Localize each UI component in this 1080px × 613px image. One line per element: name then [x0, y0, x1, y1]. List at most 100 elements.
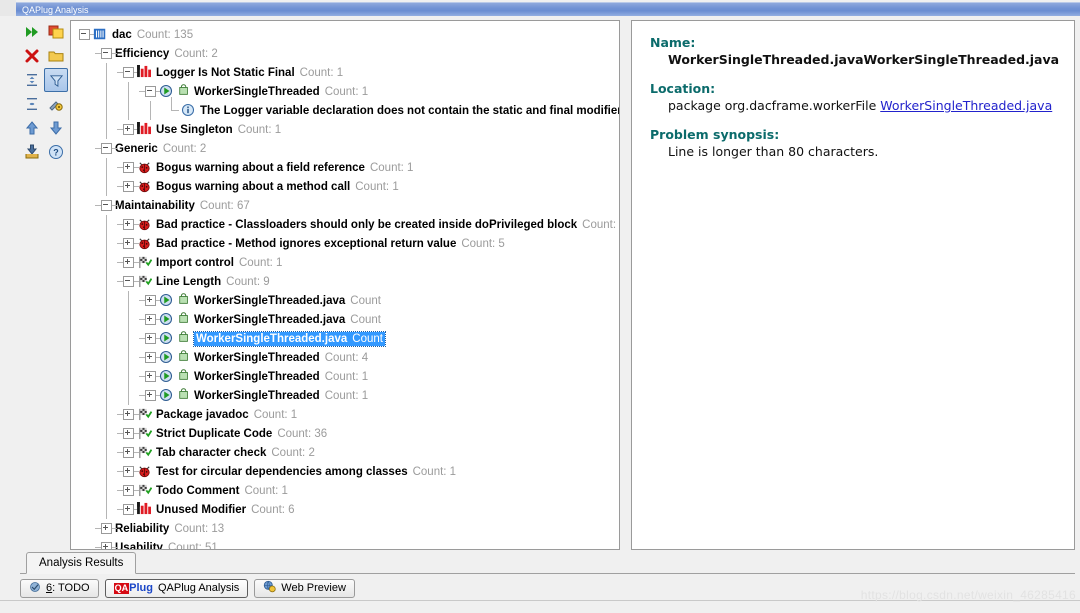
collapse-node-toggle[interactable] [139, 86, 161, 97]
expand-node-toggle[interactable] [117, 238, 139, 249]
tree-row[interactable]: Bad practice - Method ignores exceptiona… [71, 234, 619, 253]
expand-node-toggle[interactable] [117, 219, 139, 230]
collapse-node-toggle[interactable] [79, 29, 95, 40]
todo-tool-button[interactable]: 6: TODO [20, 578, 99, 598]
tree-row[interactable]: Use Singleton Count: 1 [71, 120, 619, 139]
expand-node-toggle[interactable] [139, 295, 161, 306]
expand-node-toggle[interactable] [95, 542, 117, 549]
tree-guide-line [106, 310, 107, 329]
expand-node-toggle[interactable] [117, 504, 139, 515]
qaplug-analysis-tool-button[interactable]: QA Plug QAPlug Analysis [104, 578, 249, 598]
tree-row[interactable]: The Logger variable declaration does not… [71, 97, 620, 120]
tree-guide-line [106, 253, 107, 272]
expand-all-button[interactable] [20, 68, 44, 92]
expand-node-toggle[interactable] [95, 523, 117, 534]
close-analysis-button[interactable] [20, 44, 44, 68]
tree-row-selected[interactable]: WorkerSingleThreaded.java Count [71, 329, 619, 348]
tab-analysis-results[interactable]: Analysis Results [26, 552, 137, 574]
tree-row[interactable]: WorkerSingleThreaded Count: 1 [71, 82, 619, 101]
tree-guide-line [128, 101, 129, 120]
tree-row[interactable]: WorkerSingleThreaded Count: 4 [71, 348, 619, 367]
expand-node-toggle[interactable] [139, 314, 161, 325]
tree-row[interactable]: WorkerSingleThreaded Count: 1 [71, 386, 619, 405]
tree-guide-line [106, 120, 107, 139]
todo-icon [29, 581, 41, 596]
tree-row[interactable]: WorkerSingleThreaded.java Count [71, 291, 619, 310]
tree-row[interactable]: Import control Count: 1 [71, 253, 619, 272]
tree-row-count: Count: 2 [271, 446, 315, 459]
expand-node-toggle[interactable] [139, 333, 161, 344]
expand-node-toggle[interactable] [139, 371, 161, 382]
tree-row[interactable]: Todo Comment Count: 1 [71, 481, 619, 500]
expand-node-toggle[interactable] [117, 257, 139, 268]
qaplug-logo-plug: Plug [129, 581, 153, 594]
expand-node-toggle[interactable] [117, 181, 139, 192]
next-occurrence-button[interactable] [44, 116, 68, 140]
detail-location-link[interactable]: WorkerSingleThreaded.java [880, 98, 1052, 113]
save-results-button[interactable] [20, 140, 44, 164]
tree-row[interactable]: WorkerSingleThreaded.java Count [71, 310, 619, 329]
tree-row-content: Package javadoc Count: 1 [156, 409, 297, 421]
tree-row[interactable]: dac Count: 135 [71, 25, 619, 44]
module-icon [93, 27, 109, 43]
web-preview-label: Web Preview [281, 582, 346, 594]
expand-node-toggle[interactable] [139, 390, 161, 401]
tree-row[interactable]: Tab character check Count: 2 [71, 443, 619, 462]
collapse-node-toggle[interactable] [117, 67, 139, 78]
tree-row-label: Import control [156, 256, 234, 269]
expand-node-toggle[interactable] [117, 409, 139, 420]
tree-row-count: Count: 1 [355, 180, 399, 193]
tree-row[interactable]: Logger Is Not Static Final Count: 1 [71, 63, 619, 82]
tree-row[interactable]: Maintainability Count: 67 [71, 196, 619, 215]
expand-node-toggle[interactable] [139, 352, 161, 363]
close-icon [24, 48, 40, 64]
expand-node-toggle[interactable] [117, 124, 139, 135]
tree-row[interactable]: WorkerSingleThreaded Count: 1 [71, 367, 619, 386]
export-results-button[interactable] [44, 20, 68, 44]
collapse-node-toggle[interactable] [95, 48, 117, 59]
tree-row-label: Line Length [156, 275, 222, 288]
tree-row[interactable]: Generic Count: 2 [71, 139, 619, 158]
collapse-node-toggle[interactable] [117, 276, 139, 287]
expand-node-toggle[interactable] [117, 428, 139, 439]
tree-row-count: Count: 1 [237, 123, 282, 136]
checkstyle-icon [137, 255, 153, 271]
analysis-results-tree-panel[interactable]: dac Count: 135 Efficiency Count: 2 Logger Is… [70, 20, 620, 550]
expand-node-toggle[interactable] [117, 447, 139, 458]
collapse-node-toggle[interactable] [95, 200, 117, 211]
collapse-all-icon [24, 96, 40, 112]
tree-row[interactable]: Efficiency Count: 2 [71, 44, 619, 63]
web-preview-tool-button[interactable]: Web Preview [254, 578, 355, 598]
panel-splitter[interactable] [621, 20, 631, 550]
tree-row[interactable]: Usability Count: 51 [71, 538, 619, 549]
expand-node-toggle[interactable] [117, 485, 139, 496]
filter-button[interactable] [44, 68, 68, 92]
tree-row[interactable]: Bad practice - Classloaders should only … [71, 215, 619, 234]
tree-row-content: Strict Duplicate Code Count: 36 [156, 428, 327, 440]
tree-row[interactable]: Bogus warning about a method call Count: … [71, 177, 619, 196]
analysis-results-tree[interactable]: dac Count: 135 Efficiency Count: 2 Logger Is… [71, 21, 620, 549]
collapse-all-button[interactable] [20, 92, 44, 116]
tree-row[interactable]: Package javadoc Count: 1 [71, 405, 619, 424]
rerun-analysis-button[interactable] [20, 20, 44, 44]
detail-location-heading: Location: [650, 81, 716, 96]
collapse-node-toggle[interactable] [95, 143, 117, 154]
tree-row-content: WorkerSingleThreaded Count: 1 [194, 86, 368, 98]
checkstyle-icon [137, 483, 153, 499]
tree-row-content: Unused Modifier Count: 6 [156, 504, 295, 516]
settings-button[interactable] [44, 92, 68, 116]
tree-row-count: Count: 13 [174, 522, 225, 535]
tree-row[interactable]: Test for circular dependencies among cla… [71, 462, 619, 481]
expand-node-toggle[interactable] [117, 162, 139, 173]
tree-row[interactable]: Unused Modifier Count: 6 [71, 500, 619, 519]
tree-row[interactable]: Bogus warning about a field reference Cou… [71, 158, 619, 177]
open-folder-button[interactable] [44, 44, 68, 68]
tree-row[interactable]: Line Length Count: 9 [71, 272, 619, 291]
help-button[interactable]: ? [44, 140, 68, 164]
tree-row-label: The Logger variable declaration does not… [200, 104, 620, 117]
tree-row[interactable]: Strict Duplicate Code Count: 36 [71, 424, 619, 443]
tree-row[interactable]: Reliability Count: 13 [71, 519, 619, 538]
previous-occurrence-button[interactable] [20, 116, 44, 140]
tree-row-content: Tab character check Count: 2 [156, 447, 315, 459]
expand-node-toggle[interactable] [117, 466, 139, 477]
